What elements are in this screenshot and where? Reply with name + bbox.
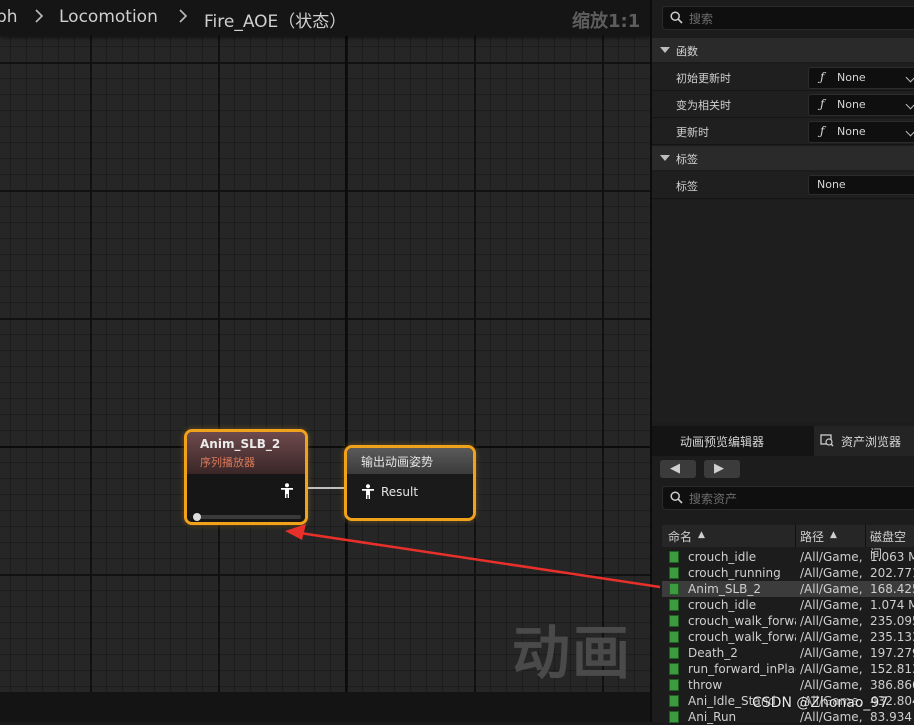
annotation-arrow: [285, 524, 661, 589]
csdn-watermark: CSDN @Zhonao_97: [752, 695, 889, 711]
